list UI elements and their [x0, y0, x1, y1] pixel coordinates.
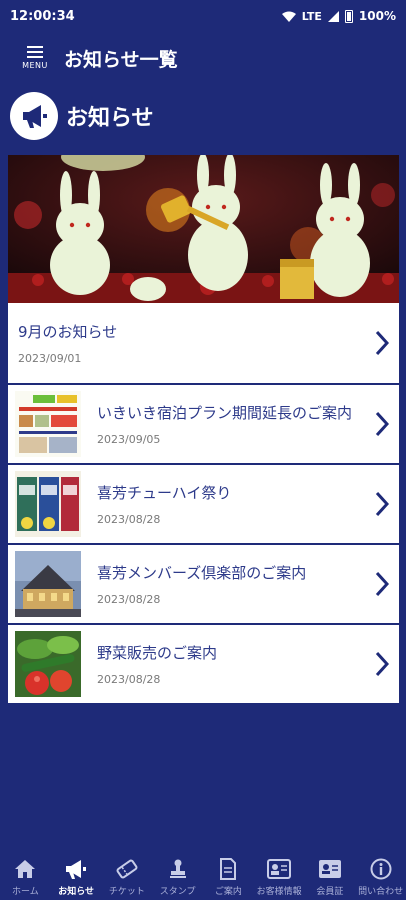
nav-label: スタンプ	[159, 887, 196, 897]
menu-button[interactable]: MENU	[18, 46, 52, 70]
notice-item[interactable]: 9月のお知らせ 2023/09/01	[8, 303, 399, 383]
notice-title: 喜芳チューハイ祭り	[97, 484, 232, 502]
member-card-icon	[318, 856, 342, 882]
nav-notices[interactable]: お知らせ	[51, 856, 101, 897]
notice-title: 9月のお知らせ	[18, 323, 118, 341]
status-time: 12:00:34	[10, 8, 75, 24]
notice-list: 9月のお知らせ 2023/09/01 いきいき宿泊プラン期間延長のご案内 202…	[8, 155, 399, 703]
nav-guide[interactable]: ご案内	[203, 856, 253, 897]
chevron-right-icon	[375, 571, 389, 597]
signal-icon	[327, 10, 339, 22]
network-label: LTE	[301, 9, 322, 23]
menu-label: MENU	[22, 61, 48, 70]
notice-item[interactable]: 野菜販売のご案内 2023/08/28	[8, 623, 399, 703]
status-icons: LTE 100%	[281, 9, 396, 23]
notice-item[interactable]: 喜芳チューハイ祭り 2023/08/28	[8, 463, 399, 543]
chevron-right-icon	[375, 491, 389, 517]
nav-label: チケット	[108, 887, 145, 897]
nav-stamps[interactable]: スタンプ	[153, 856, 203, 897]
info-icon	[370, 856, 392, 882]
flyer-thumbnail-image	[15, 391, 81, 457]
chuhai-thumbnail-image	[15, 471, 81, 537]
nav-label: ホーム	[12, 887, 39, 897]
chevron-right-icon	[375, 651, 389, 677]
bottom-navigation: ホーム お知らせ チケット スタンプ ご案内 お客様情報 会員証 問い合わせ	[0, 848, 406, 900]
vegetables-thumbnail-image	[15, 631, 81, 697]
megaphone-icon	[10, 92, 58, 140]
nav-label: 会員証	[316, 887, 344, 897]
nav-customer-info[interactable]: お客様情報	[254, 856, 304, 897]
nav-label: お客様情報	[256, 887, 302, 897]
chevron-right-icon	[375, 330, 389, 356]
stamp-icon	[168, 856, 188, 882]
notice-item[interactable]: 喜芳メンバーズ倶楽部のご案内 2023/08/28	[8, 543, 399, 623]
section-title: お知らせ	[66, 106, 154, 131]
app-bar: MENU お知らせ一覧	[0, 32, 406, 84]
chevron-right-icon	[375, 411, 389, 437]
id-card-icon	[267, 856, 292, 882]
section-header: お知らせ	[0, 84, 406, 148]
page-title: お知らせ一覧	[64, 48, 178, 71]
building-thumbnail-image	[15, 551, 81, 617]
wifi-icon	[281, 11, 296, 22]
hamburger-icon	[27, 46, 43, 58]
nav-home[interactable]: ホーム	[0, 856, 50, 897]
notice-date: 2023/09/05	[97, 433, 161, 446]
nav-label: 問い合わせ	[358, 887, 404, 897]
document-icon	[219, 856, 237, 882]
battery-percent: 100%	[358, 9, 396, 23]
ticket-icon	[116, 856, 138, 882]
megaphone-icon	[64, 856, 88, 882]
notice-date: 2023/08/28	[97, 593, 161, 606]
notice-date: 2023/08/28	[97, 513, 161, 526]
status-bar: 12:00:34 LTE 100%	[0, 0, 406, 32]
notice-date: 2023/09/01	[18, 352, 82, 365]
nav-contact[interactable]: 問い合わせ	[356, 856, 406, 897]
nav-label: お知らせ	[58, 887, 95, 897]
notice-date: 2023/08/28	[97, 673, 161, 686]
nav-member-card[interactable]: 会員証	[305, 856, 355, 897]
nav-label: ご案内	[214, 887, 242, 897]
notice-title: 喜芳メンバーズ倶楽部のご案内	[97, 564, 307, 582]
notice-item[interactable]: いきいき宿泊プラン期間延長のご案内 2023/09/05	[8, 383, 399, 463]
notice-title: 野菜販売のご案内	[97, 644, 218, 662]
battery-icon	[344, 9, 353, 23]
notice-title: いきいき宿泊プラン期間延長のご案内	[97, 404, 353, 422]
nav-tickets[interactable]: チケット	[102, 856, 152, 897]
moon-rabbit-banner-image	[8, 155, 399, 303]
home-icon	[14, 856, 36, 882]
